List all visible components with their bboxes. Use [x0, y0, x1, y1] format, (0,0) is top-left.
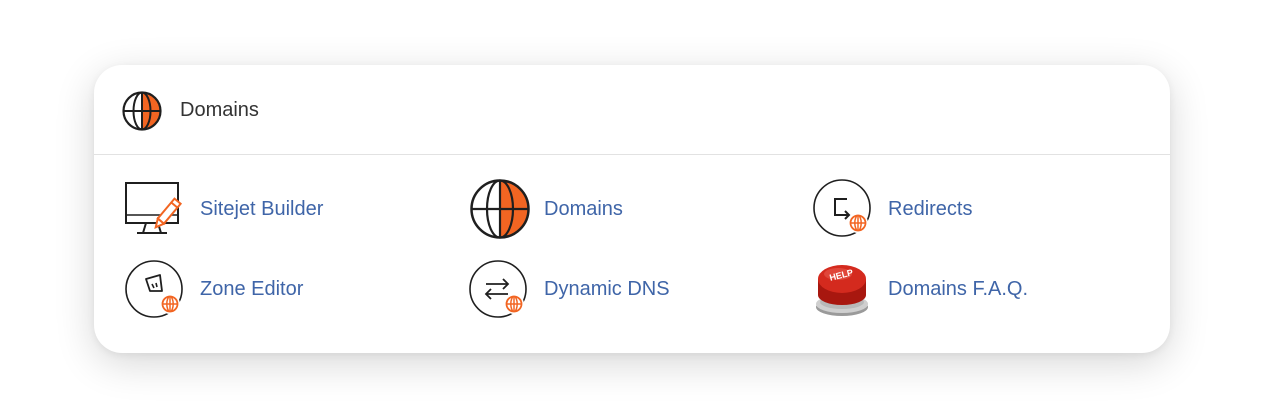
- zone-editor-icon: [124, 257, 188, 321]
- redirects-link[interactable]: Redirects: [812, 177, 1032, 241]
- zone-editor-label: Zone Editor: [200, 278, 304, 300]
- domains-link[interactable]: Domains: [468, 177, 688, 241]
- globe-icon: [468, 177, 532, 241]
- sitejet-builder-label: Sitejet Builder: [200, 198, 324, 220]
- redirect-globe-icon: [812, 177, 876, 241]
- domains-label: Domains: [544, 198, 623, 220]
- redirects-label: Redirects: [888, 198, 973, 220]
- sitejet-builder-link[interactable]: Sitejet Builder: [124, 177, 384, 241]
- monitor-pencil-icon: [124, 177, 188, 241]
- panel-header[interactable]: Domains: [94, 65, 1170, 155]
- dynamic-dns-icon: [468, 257, 532, 321]
- domains-faq-label: Domains F.A.Q.: [888, 278, 1029, 300]
- dynamic-dns-label: Dynamic DNS: [544, 278, 670, 300]
- globe-icon: [122, 91, 162, 131]
- domains-faq-link[interactable]: HELP Domains F.A.Q.: [812, 257, 1072, 321]
- help-button-icon: HELP: [812, 257, 876, 321]
- dynamic-dns-link[interactable]: Dynamic DNS: [468, 257, 708, 321]
- domains-panel: Domains Sitejet Builder Domains Redirect…: [94, 65, 1170, 353]
- panel-title: Domains: [180, 99, 259, 121]
- zone-editor-link[interactable]: Zone Editor: [124, 257, 384, 321]
